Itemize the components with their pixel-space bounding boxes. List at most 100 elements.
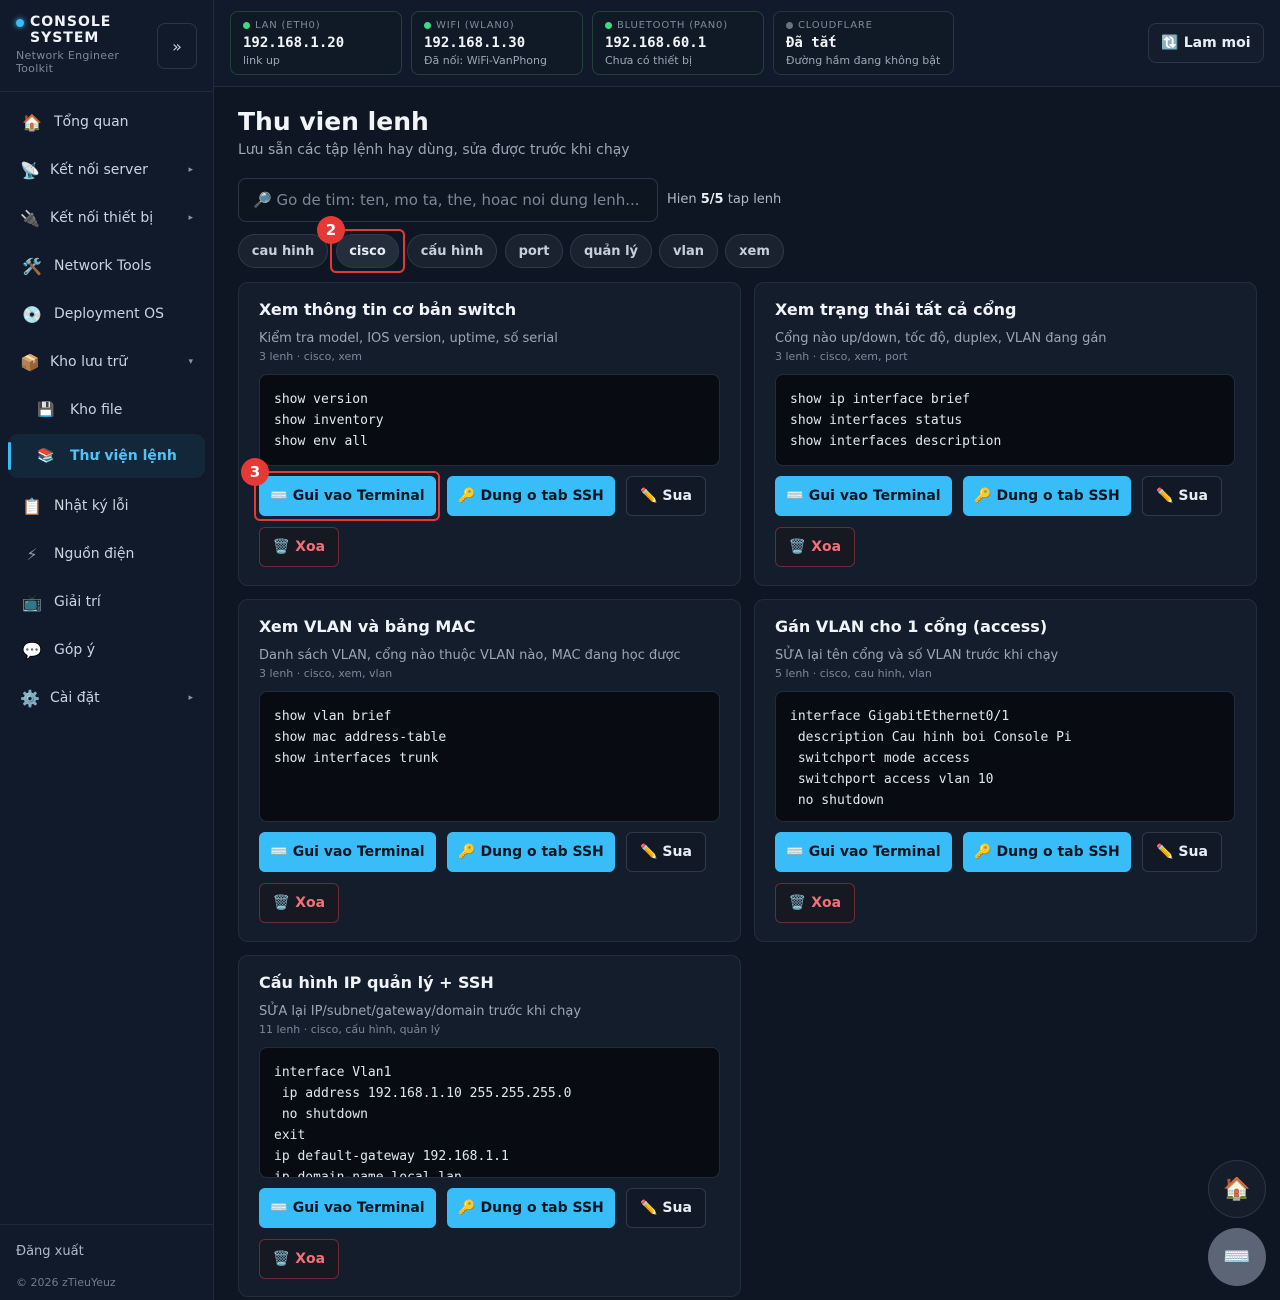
status-dot-icon	[243, 22, 250, 29]
package-icon: 📦	[20, 352, 40, 372]
chevron-right-icon: ▸	[188, 165, 193, 175]
send-to-terminal-button[interactable]: ⌨️ Gui vao Terminal	[775, 476, 952, 516]
edit-button[interactable]: ✏️ Sua	[626, 1188, 706, 1228]
card-meta: 3 lenh · cisco, xem	[259, 350, 363, 363]
logout-link[interactable]: Đăng xuất	[16, 1244, 84, 1259]
refresh-button[interactable]: 🔃 Lam moi	[1148, 23, 1264, 63]
use-in-ssh-button[interactable]: 🔑 Dung o tab SSH	[963, 832, 1131, 872]
sidebar-item-nhat-ky-loi[interactable]: 📋 Nhật ký lỗi	[8, 484, 205, 528]
divider	[0, 1224, 213, 1225]
page-title: Thu vien lenh	[238, 107, 429, 136]
chevron-right-icon: ▸	[188, 213, 193, 223]
edit-button[interactable]: ✏️ Sua	[626, 832, 706, 872]
delete-button[interactable]: 🗑️ Xoa	[259, 883, 339, 923]
result-count-value: 5/5	[700, 192, 724, 207]
code-block: interface Vlan1 ip address 192.168.1.10 …	[259, 1047, 720, 1178]
chevron-down-icon: ▾	[188, 357, 193, 367]
command-card: Xem VLAN và bảng MAC Danh sách VLAN, cổn…	[238, 599, 741, 942]
plug-icon: 🔌	[20, 208, 40, 228]
sidebar-item-label: Kết nối server	[50, 162, 148, 178]
chevron-right-icon: ▸	[188, 693, 193, 703]
topbar: LAN (ETH0) 192.168.1.20 link up WIFI (WL…	[214, 0, 1280, 87]
copyright: © 2026 zTieuYeuz	[16, 1276, 116, 1289]
delete-button[interactable]: 🗑️ Xoa	[775, 883, 855, 923]
delete-button[interactable]: 🗑️ Xoa	[259, 527, 339, 567]
edit-button[interactable]: ✏️ Sua	[1142, 832, 1222, 872]
sidebar-item-cai-dat[interactable]: ⚙️ Cài đặt ▸	[8, 676, 205, 720]
delete-button[interactable]: 🗑️ Xoa	[775, 527, 855, 567]
sidebar-item-deployment-os[interactable]: 💿 Deployment OS	[8, 292, 205, 336]
card-title: Xem thông tin cơ bản switch	[259, 300, 517, 319]
satellite-icon: 📡	[20, 160, 40, 180]
sidebar-item-giai-tri[interactable]: 📺 Giải trí	[8, 580, 205, 624]
annotation-badge: 2	[317, 216, 345, 244]
sidebar-item-tong-quan[interactable]: 🏠 Tổng quan	[8, 100, 205, 144]
sidebar-item-gop-y[interactable]: 💬 Góp ý	[8, 628, 205, 672]
speech-bubble-icon: 💬	[22, 640, 42, 660]
network-label: WIFI (WLAN0)	[436, 20, 515, 31]
edit-button[interactable]: ✏️ Sua	[1142, 476, 1222, 516]
disc-icon: 💿	[22, 304, 42, 324]
card-description: Danh sách VLAN, cổng nào thuộc VLAN nào,…	[259, 648, 681, 663]
delete-button[interactable]: 🗑️ Xoa	[259, 1239, 339, 1279]
status-dot-icon	[424, 22, 431, 29]
card-title: Cấu hình IP quản lý + SSH	[259, 973, 494, 992]
command-card: Gán VLAN cho 1 cổng (access) SỬA lại tên…	[754, 599, 1257, 942]
sidebar-item-ket-noi-thiet-bi[interactable]: 🔌 Kết nối thiết bị ▸	[8, 196, 205, 240]
card-description: Kiểm tra model, IOS version, uptime, số …	[259, 331, 558, 346]
sidebar-item-label: Deployment OS	[54, 306, 164, 322]
brand: CONSOLE SYSTEM Network Engineer Toolkit	[16, 14, 146, 75]
books-icon: 📚	[37, 448, 55, 464]
annotation-badge: 3	[241, 458, 269, 486]
keyboard-fab-button[interactable]: ⌨️	[1208, 1228, 1266, 1286]
tag-quan-ly[interactable]: quản lý	[570, 234, 652, 268]
use-in-ssh-button[interactable]: 🔑 Dung o tab SSH	[447, 476, 615, 516]
network-card-cloudflare: CLOUDFLARE Đã tắt Đường hầm đang không b…	[773, 11, 954, 75]
use-in-ssh-button[interactable]: 🔑 Dung o tab SSH	[963, 476, 1131, 516]
keyboard-icon: ⌨️	[1223, 1244, 1251, 1270]
tag-cau-hinh-accent[interactable]: cấu hình	[407, 234, 497, 268]
sidebar-item-thu-vien-lenh[interactable]: 📚 Thư viện lệnh	[8, 434, 205, 478]
sidebar: CONSOLE SYSTEM Network Engineer Toolkit …	[0, 0, 214, 1300]
search-input[interactable]: 🔎 Go de tim: ten, mo ta, the, hoac noi d…	[238, 178, 658, 222]
tv-icon: 📺	[22, 592, 42, 612]
collapse-sidebar-button[interactable]: »	[157, 23, 197, 69]
tag-vlan[interactable]: vlan	[659, 234, 718, 268]
brand-title: CONSOLE SYSTEM	[30, 14, 112, 46]
result-count: Hien 5/5 tap lenh	[667, 192, 782, 207]
network-status: Chưa có thiết bị	[605, 54, 693, 67]
sidebar-item-ket-noi-server[interactable]: 📡 Kết nối server ▸	[8, 148, 205, 192]
sidebar-item-label: Cài đặt	[50, 690, 100, 706]
edit-button[interactable]: ✏️ Sua	[626, 476, 706, 516]
clipboard-icon: 📋	[22, 496, 42, 516]
annotation-highlight-terminal-button	[254, 471, 440, 521]
status-dot-icon	[786, 22, 793, 29]
tag-cau-hinh[interactable]: cau hinh	[238, 234, 328, 268]
home-icon: 🏠	[1223, 1176, 1251, 1202]
network-card-bluetooth: BLUETOOTH (PAN0) 192.168.60.1 Chưa có th…	[592, 11, 764, 75]
sidebar-item-network-tools[interactable]: 🛠️ Network Tools	[8, 244, 205, 288]
card-title: Gán VLAN cho 1 cổng (access)	[775, 617, 1048, 636]
use-in-ssh-button[interactable]: 🔑 Dung o tab SSH	[447, 1188, 615, 1228]
sidebar-item-label: Network Tools	[54, 258, 152, 274]
sidebar-item-kho-file[interactable]: 💾 Kho file	[8, 388, 205, 432]
code-block: show version show inventory show env all	[259, 374, 720, 466]
send-to-terminal-button[interactable]: ⌨️ Gui vao Terminal	[259, 832, 436, 872]
code-block: show ip interface brief show interfaces …	[775, 374, 1235, 466]
tag-port[interactable]: port	[505, 234, 563, 268]
network-value: 192.168.60.1	[605, 35, 707, 51]
card-title: Xem trạng thái tất cả cổng	[775, 300, 1017, 319]
tools-icon: 🛠️	[22, 256, 42, 276]
sidebar-item-label: Giải trí	[54, 594, 101, 610]
tag-xem[interactable]: xem	[725, 234, 784, 268]
sidebar-item-label: Kho file	[70, 402, 123, 418]
home-fab-button[interactable]: 🏠	[1208, 1160, 1266, 1218]
sidebar-item-nguon-dien[interactable]: ⚡ Nguồn điện	[8, 532, 205, 576]
sidebar-item-kho-luu-tru[interactable]: 📦 Kho lưu trữ ▾	[8, 340, 205, 384]
send-to-terminal-button[interactable]: ⌨️ Gui vao Terminal	[259, 1188, 436, 1228]
send-to-terminal-button[interactable]: ⌨️ Gui vao Terminal	[775, 832, 952, 872]
card-description: Cổng nào up/down, tốc độ, duplex, VLAN đ…	[775, 331, 1107, 346]
use-in-ssh-button[interactable]: 🔑 Dung o tab SSH	[447, 832, 615, 872]
network-value: 192.168.1.20	[243, 35, 345, 51]
lightning-icon: ⚡	[26, 544, 38, 564]
